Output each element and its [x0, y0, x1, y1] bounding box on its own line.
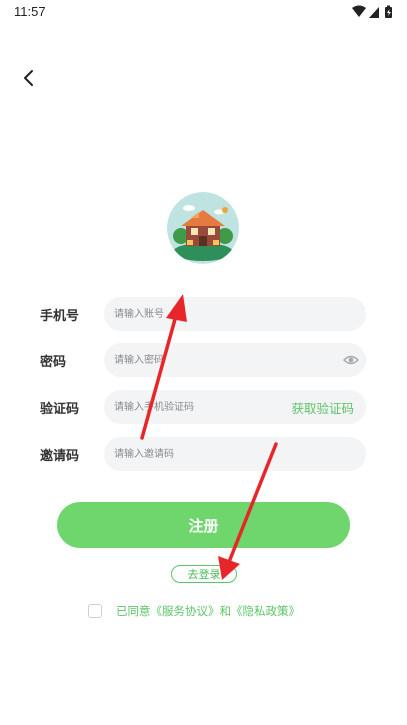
code-field[interactable]: 获取验证码	[104, 390, 366, 424]
phone-row: 手机号	[0, 297, 407, 331]
password-input[interactable]	[114, 343, 284, 377]
back-button[interactable]	[14, 64, 42, 92]
status-icons	[352, 5, 392, 18]
invite-input[interactable]	[114, 437, 284, 471]
eye-icon[interactable]	[343, 352, 359, 368]
go-login-link[interactable]: 去登录	[171, 565, 237, 583]
privacy-policy-link[interactable]: 《隐私政策》	[231, 604, 300, 618]
signal-icon	[369, 7, 379, 18]
agreement-row: 已同意《服务协议》和《隐私政策》	[88, 602, 300, 620]
invite-label: 邀请码	[40, 449, 80, 464]
service-agreement-link[interactable]: 《服务协议》	[151, 604, 220, 618]
code-row: 验证码 获取验证码	[0, 390, 407, 424]
invite-row: 邀请码	[0, 437, 407, 471]
invite-field[interactable]	[104, 437, 366, 471]
agreement-prefix: 已同意	[116, 604, 151, 618]
house-logo	[167, 192, 239, 264]
register-button[interactable]: 注册	[57, 502, 350, 548]
status-bar: 11:57	[0, 0, 407, 24]
password-row: 密码	[0, 343, 407, 377]
code-label: 验证码	[40, 402, 80, 417]
phone-label: 手机号	[40, 309, 80, 324]
phone-input[interactable]	[114, 297, 284, 331]
status-time: 11:57	[14, 4, 46, 19]
password-label: 密码	[40, 355, 67, 370]
battery-icon	[385, 5, 392, 18]
app-logo	[167, 192, 239, 264]
code-input[interactable]	[114, 390, 284, 424]
back-arrow-icon	[24, 70, 33, 86]
password-field[interactable]	[104, 343, 366, 377]
agreement-checkbox[interactable]	[88, 604, 102, 618]
agreement-text: 已同意《服务协议》和《隐私政策》	[116, 603, 300, 619]
phone-field[interactable]	[104, 297, 366, 331]
get-code-button[interactable]: 获取验证码	[291, 398, 354, 417]
wifi-icon	[352, 5, 366, 17]
agreement-and: 和	[219, 604, 232, 618]
